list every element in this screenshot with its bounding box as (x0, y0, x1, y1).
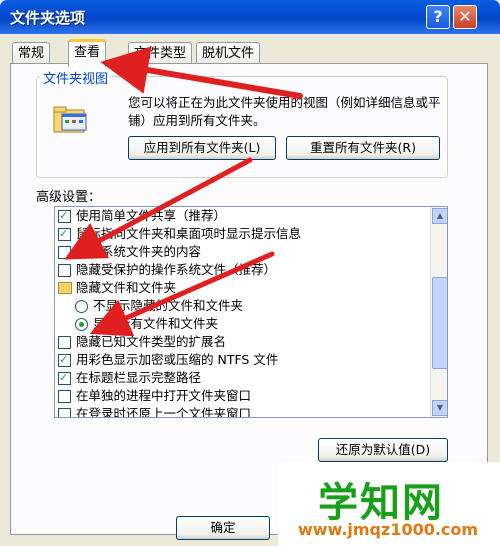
reset-all-folders-button[interactable]: 重置所有文件夹(R) (286, 136, 440, 160)
vertical-scrollbar[interactable]: ▲ ▼ (430, 207, 447, 417)
watermark-url: www.jmqz1000.com (298, 520, 479, 539)
radio-button[interactable] (75, 318, 88, 331)
scroll-thumb[interactable] (432, 277, 447, 369)
window-title: 文件夹选项 (10, 9, 86, 27)
restore-defaults-button[interactable]: 还原为默认值(D) (318, 438, 448, 462)
checkbox[interactable] (58, 246, 71, 259)
folder-window-icon (53, 106, 87, 133)
advanced-settings-label: 高级设置： (36, 190, 102, 205)
checkbox[interactable] (58, 336, 71, 349)
tab-offline-files[interactable]: 脱机文件 (196, 42, 261, 64)
tab-file-types[interactable]: 文件类型 (128, 42, 193, 64)
help-button[interactable]: ? (426, 5, 450, 29)
folder-views-label: 文件夹视图 (40, 68, 112, 87)
folder-views-description: 您可以将正在为此文件夹使用的视图（例如详细信息或平铺）应用到所有文件夹。 (128, 95, 441, 128)
checkbox[interactable] (58, 369, 71, 387)
checkbox[interactable] (58, 264, 71, 277)
checkbox[interactable] (58, 390, 71, 403)
scroll-down-arrow-icon[interactable]: ▼ (432, 400, 447, 416)
tab-view[interactable]: 查看 (68, 39, 107, 67)
title-bar: 文件夹选项 ? ✕ (0, 0, 500, 34)
checkbox[interactable] (58, 225, 71, 243)
radio-button[interactable] (75, 300, 88, 313)
checkbox[interactable] (58, 207, 71, 225)
advanced-settings-list: 使用简单文件共享（推荐） 鼠标指向文件夹和桌面项时显示提示信息 显示系统文件夹的… (54, 206, 448, 418)
apply-to-all-folders-button[interactable]: 应用到所有文件夹(L) (128, 136, 276, 160)
close-button[interactable]: ✕ (453, 5, 477, 29)
checkbox[interactable] (58, 351, 71, 369)
checkbox[interactable] (58, 408, 71, 417)
tab-general[interactable]: 常规 (12, 42, 51, 64)
folder-icon (58, 282, 72, 294)
ok-button[interactable]: 确定 (176, 516, 270, 540)
scroll-up-arrow-icon[interactable]: ▲ (432, 208, 447, 224)
watermark: 学知网 www.jmqz1000.com (278, 462, 500, 546)
